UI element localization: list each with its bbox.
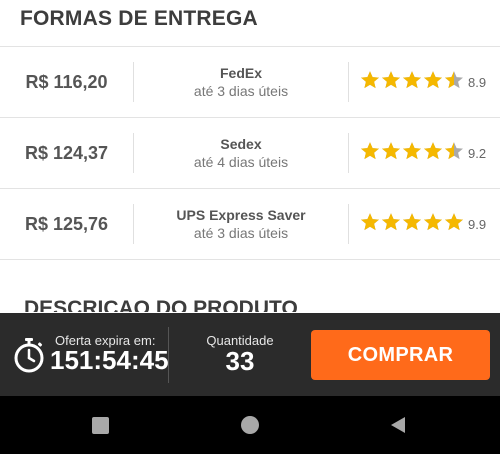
star-icon [445,212,463,230]
star-icon [403,70,421,88]
delivery-eta: até 4 dias úteis [193,154,289,170]
column-divider [348,204,349,244]
carrier-rating: 9.2 [360,118,486,188]
rating-stars [360,141,465,166]
column-divider [348,62,349,102]
purchase-bar: Oferta expira em: 151:54:45 Quantidade 3… [0,313,500,396]
shipping-option-fedex[interactable]: R$ 116,20 FedEx até 3 dias úteis 8.9 [0,47,500,117]
rating-stars [360,212,465,237]
star-icon [445,141,463,159]
rating-stars [360,70,465,95]
next-section-title: DESCRIÇÃO DO PRODUTO [24,300,298,312]
triangle-back-icon [391,417,405,433]
recent-apps-button[interactable] [70,396,130,454]
star-icon [424,70,442,88]
star-icon [361,212,379,230]
rating-score: 9.9 [468,216,487,232]
star-icon [382,141,400,159]
star-icon [424,141,442,159]
carrier-info: UPS Express Saver até 3 dias úteis [134,189,348,259]
star-icon [382,70,400,88]
rating-score: 9.2 [468,145,487,161]
back-button[interactable] [368,396,428,454]
carrier-name: FedEx [219,65,262,81]
shipping-price: R$ 124,37 [24,142,109,163]
carrier-rating: 8.9 [360,47,486,117]
divider [0,259,500,260]
carrier-name: UPS Express Saver [176,207,306,223]
rating-score: 8.9 [468,74,487,90]
stopwatch-icon [14,338,44,373]
carrier-info: FedEx até 3 dias úteis [134,47,348,117]
quantity-value: 33 [225,346,255,376]
star-icon [382,212,400,230]
shipping-price: R$ 125,76 [24,213,109,234]
star-icon [403,141,421,159]
column-divider [348,133,349,173]
delivery-eta: até 3 dias úteis [193,225,289,241]
square-icon [91,416,109,434]
delivery-eta: até 3 dias úteis [193,83,289,99]
circle-icon [241,416,259,434]
carrier-rating: 9.9 [360,189,486,259]
shipping-option-ups[interactable]: R$ 125,76 UPS Express Saver até 3 dias ú… [0,189,500,259]
shipping-option-sedex[interactable]: R$ 124,37 Sedex até 4 dias úteis 9.2 [0,118,500,188]
offer-countdown: 151:54:45 [50,345,169,375]
star-icon [424,212,442,230]
star-icon [361,70,379,88]
bar-divider [168,327,169,383]
star-icon [445,70,463,88]
buy-button[interactable]: COMPRAR [311,330,490,380]
carrier-info: Sedex até 4 dias úteis [134,118,348,188]
system-nav-bar [0,396,500,454]
section-title: FORMAS DE ENTREGA [20,7,258,30]
home-button[interactable] [220,396,280,454]
shipping-price: R$ 116,20 [25,71,108,92]
star-icon [403,212,421,230]
star-icon [361,141,379,159]
carrier-name: Sedex [220,136,262,152]
